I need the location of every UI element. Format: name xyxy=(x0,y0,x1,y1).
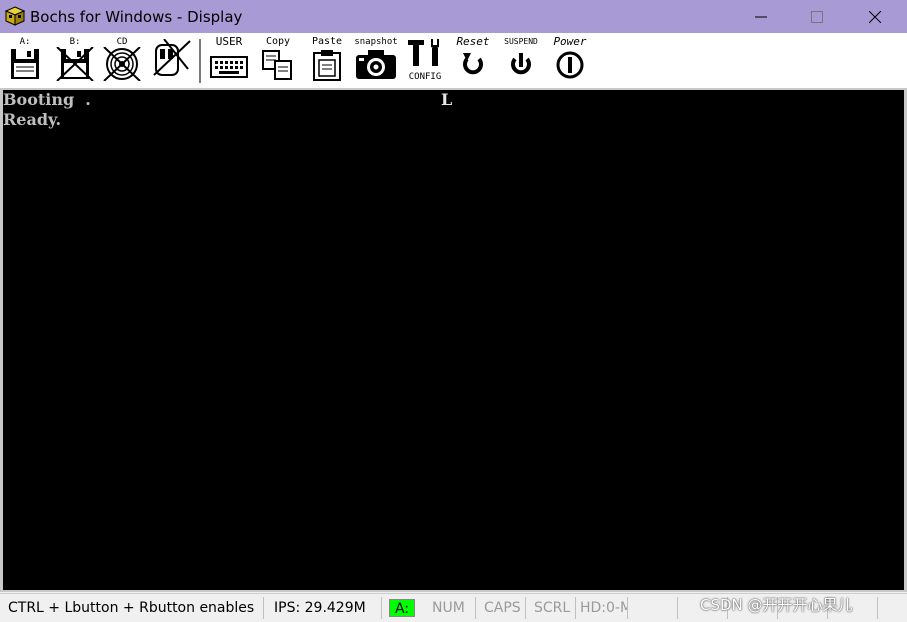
hd-indicator: HD:0-M xyxy=(576,597,628,619)
toolbar-separator xyxy=(199,39,202,83)
console-line-2: Ready. xyxy=(3,110,62,129)
scroll-lock-indicator: SCRL xyxy=(530,597,576,619)
power-icon xyxy=(556,51,584,79)
config-label: CONFIG xyxy=(408,72,442,82)
suspend-icon xyxy=(511,53,531,75)
minimize-icon xyxy=(755,16,767,17)
window-title: Bochs for Windows - Display xyxy=(30,8,243,26)
title-bar[interactable]: Bochs for Windows - Display xyxy=(0,0,907,33)
caps-lock-indicator: CAPS xyxy=(480,597,526,619)
floppy-a-indicator: A: xyxy=(389,599,415,617)
clipboard-icon xyxy=(313,50,341,81)
user-label: USER xyxy=(215,35,243,48)
reset-label: Reset xyxy=(456,35,490,48)
user-button[interactable]: USER xyxy=(210,35,248,83)
power-button[interactable]: Power xyxy=(549,35,591,83)
emulator-screen[interactable]: Booting . L Ready. xyxy=(3,90,904,590)
floppy-b-button[interactable]: B: xyxy=(55,37,95,83)
snapshot-button[interactable]: snapshot xyxy=(354,37,398,83)
watermark: CSDN @开开开心果儿 xyxy=(700,596,853,614)
ips-indicator: IPS: 29.429M xyxy=(270,597,382,619)
suspend-button[interactable]: SUSPEND xyxy=(500,37,542,83)
floppy-disk-icon xyxy=(11,49,39,79)
toolbar: A: B: CD USER Copy Paste snapshot CONFIG… xyxy=(0,33,907,89)
console-cursor-char: L xyxy=(441,90,453,109)
power-label: Power xyxy=(553,35,587,48)
paste-button[interactable]: Paste xyxy=(310,37,344,83)
suspend-label: SUSPEND xyxy=(504,37,538,46)
camera-icon xyxy=(356,50,396,79)
status-message: CTRL + Lbutton + Rbutton enables xyxy=(4,597,264,619)
tools-icon xyxy=(408,39,439,66)
close-icon xyxy=(869,10,881,23)
maximize-icon xyxy=(811,10,823,23)
config-button[interactable]: CONFIG xyxy=(405,37,445,83)
mouse-toggle-button[interactable] xyxy=(150,37,192,83)
cdrom-disabled-icon xyxy=(103,47,141,81)
keyboard-icon xyxy=(210,56,248,78)
paste-label: Paste xyxy=(311,36,343,47)
console-line-1: Booting . xyxy=(3,90,91,109)
copy-icon xyxy=(262,50,292,80)
floppy-a-button[interactable]: A: xyxy=(8,37,42,83)
floppy-a-label: A: xyxy=(19,37,31,47)
reset-icon xyxy=(463,53,483,75)
copy-button[interactable]: Copy xyxy=(261,37,295,83)
close-button[interactable] xyxy=(852,0,898,33)
minimize-button[interactable] xyxy=(738,0,784,33)
cdrom-label: CD xyxy=(116,37,128,47)
snapshot-label: snapshot xyxy=(354,37,398,47)
mouse-disabled-icon xyxy=(153,39,191,76)
num-lock-indicator: NUM xyxy=(428,597,476,619)
floppy-b-label: B: xyxy=(69,37,81,47)
bochs-app-icon xyxy=(5,6,25,26)
cdrom-button[interactable]: CD xyxy=(102,37,142,83)
status-empty-1 xyxy=(628,597,678,619)
reset-button[interactable]: Reset xyxy=(453,35,493,83)
copy-label: Copy xyxy=(265,36,291,47)
floppy-disk-disabled-icon xyxy=(56,47,94,81)
maximize-button[interactable] xyxy=(794,0,840,33)
